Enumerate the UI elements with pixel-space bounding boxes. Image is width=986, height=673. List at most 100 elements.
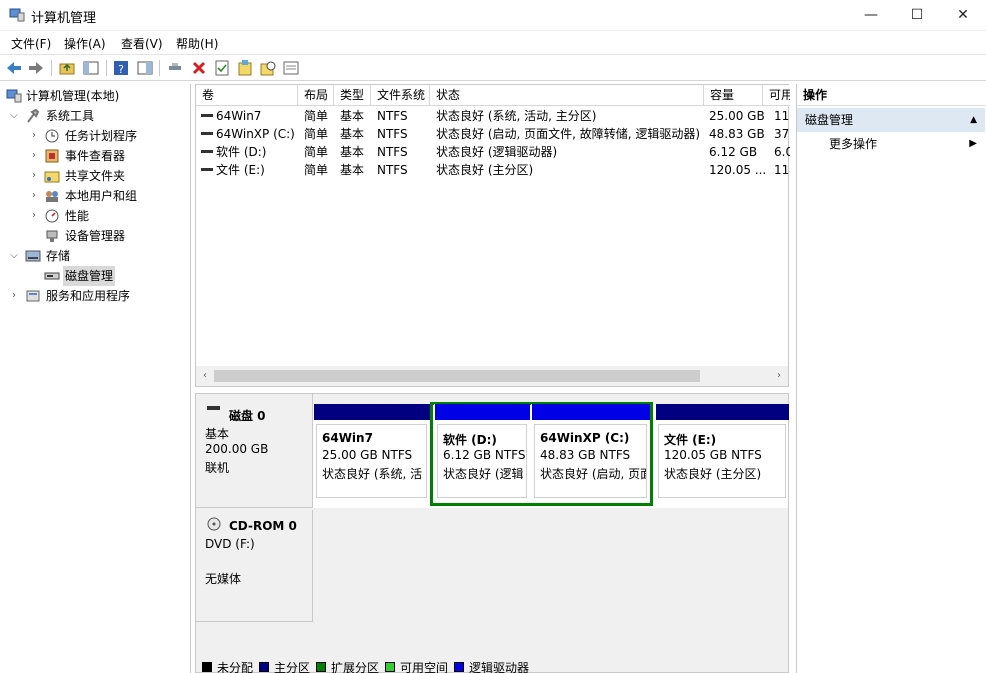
partition-d[interactable]: 软件 (D:) 6.12 GB NTFS 状态良好 (逻辑 — [434, 404, 530, 500]
cell-layout: 简单 — [304, 163, 329, 177]
partition-size: 48.83 GB NTFS — [540, 448, 631, 462]
legend-swatch-free — [385, 662, 395, 672]
cell-capacity: 120.05 ... — [709, 163, 767, 177]
menu-file[interactable]: 文件(F) — [11, 35, 51, 52]
computer-management-icon — [9, 8, 25, 22]
maximize-button[interactable]: ☐ — [894, 0, 940, 31]
column-header-layout[interactable]: 布局 — [298, 85, 334, 106]
tree-item-computer-management[interactable]: 计算机管理(本地) — [0, 86, 190, 106]
minimize-button[interactable]: — — [848, 0, 894, 31]
volume-list-header: 卷 布局 类型 文件系统 状态 容量 可用 — [196, 85, 790, 106]
tree-label: 共享文件夹 — [65, 169, 126, 183]
clock-icon — [45, 129, 59, 143]
cell-type: 基本 — [340, 109, 365, 123]
cell-volume: 64Win7 — [216, 109, 262, 123]
tree-item-shared-folders[interactable]: › 共享文件夹 — [0, 166, 190, 186]
tree-item-event-viewer[interactable]: › 事件查看器 — [0, 146, 190, 166]
disk-0-label[interactable]: 磁盘 0 基本 200.00 GB 联机 — [196, 394, 313, 508]
disk-icon — [207, 406, 220, 410]
scroll-left-arrow-icon[interactable]: ‹ — [198, 368, 212, 384]
export-list-icon[interactable] — [282, 59, 300, 77]
connect-icon[interactable] — [166, 59, 184, 77]
cell-status: 状态良好 (启动, 页面文件, 故障转储, 逻辑驱动器) — [436, 127, 701, 141]
tree-item-device-manager[interactable]: 设备管理器 — [0, 226, 190, 246]
window-title: 计算机管理 — [31, 11, 97, 26]
table-row[interactable]: 软件 (D:) 简单 基本 NTFS 状态良好 (逻辑驱动器) 6.12 GB … — [196, 143, 790, 161]
cdrom-drive: DVD (F:) — [205, 537, 255, 551]
delete-x-icon[interactable] — [190, 59, 208, 77]
chevron-right-icon[interactable]: › — [29, 126, 39, 146]
properties-pane-icon[interactable] — [136, 59, 154, 77]
chevron-down-icon[interactable]: ⌵ — [9, 106, 19, 126]
column-header-status[interactable]: 状态 — [430, 85, 704, 106]
disk-0-partitions: 64Win7 25.00 GB NTFS 状态良好 (系统, 活 软件 (D:)… — [313, 402, 789, 508]
chevron-down-icon[interactable]: ⌵ — [9, 246, 19, 266]
horizontal-scrollbar[interactable]: ‹ › — [195, 366, 789, 386]
chevron-right-icon[interactable]: › — [29, 206, 39, 226]
chevron-right-icon[interactable]: › — [29, 186, 39, 206]
tree-item-services-apps[interactable]: › 服务和应用程序 — [0, 286, 190, 306]
chevron-right-icon[interactable]: › — [29, 146, 39, 166]
collapse-up-icon[interactable]: ▲ — [970, 108, 977, 132]
tree-item-performance[interactable]: › 性能 — [0, 206, 190, 226]
scrollbar-thumb[interactable] — [214, 370, 700, 382]
new-folder-icon[interactable] — [236, 59, 254, 77]
partition-64win7[interactable]: 64Win7 25.00 GB NTFS 状态良好 (系统, 活 — [313, 404, 430, 500]
column-header-free[interactable]: 可用 — [763, 85, 790, 106]
back-arrow-icon[interactable] — [5, 59, 23, 77]
cell-capacity: 48.83 GB — [709, 127, 765, 141]
chevron-right-icon[interactable]: › — [29, 166, 39, 186]
partition-status: 状态良好 (启动, 页面 — [540, 467, 647, 481]
table-row[interactable]: 64Win7 简单 基本 NTFS 状态良好 (系统, 活动, 主分区) 25.… — [196, 107, 790, 125]
help-icon[interactable]: ? — [112, 59, 130, 77]
tree-item-storage[interactable]: ⌵ 存储 — [0, 246, 190, 266]
cell-type: 基本 — [340, 127, 365, 141]
check-properties-icon[interactable] — [213, 59, 231, 77]
tree-label: 系统工具 — [46, 109, 95, 123]
table-row[interactable]: 64WinXP (C:) 简单 基本 NTFS 状态良好 (启动, 页面文件, … — [196, 125, 790, 143]
column-header-capacity[interactable]: 容量 — [704, 85, 763, 106]
up-folder-icon[interactable] — [58, 59, 76, 77]
services-icon — [26, 290, 40, 302]
tree-item-local-users[interactable]: › 本地用户和组 — [0, 186, 190, 206]
more-actions-label: 更多操作 — [829, 137, 878, 151]
search-folder-icon[interactable] — [259, 59, 277, 77]
storage-icon — [25, 250, 41, 262]
chevron-right-icon[interactable]: › — [9, 286, 19, 306]
partition-c[interactable]: 64WinXP (C:) 48.83 GB NTFS 状态良好 (启动, 页面 — [531, 404, 650, 500]
actions-section-disk-management[interactable]: 磁盘管理 ▲ — [797, 108, 985, 132]
column-header-type[interactable]: 类型 — [334, 85, 371, 106]
forward-arrow-icon[interactable] — [27, 59, 45, 77]
more-actions-item[interactable]: 更多操作 ▶ — [797, 134, 985, 156]
partition-e[interactable]: 文件 (E:) 120.05 GB NTFS 状态良好 (主分区) — [655, 404, 789, 500]
menu-view[interactable]: 查看(V) — [121, 35, 163, 52]
tree-item-system-tools[interactable]: ⌵ 系统工具 — [0, 106, 190, 126]
column-header-filesystem[interactable]: 文件系统 — [371, 85, 430, 106]
tree-label: 设备管理器 — [65, 229, 126, 243]
menu-help[interactable]: 帮助(H) — [176, 35, 218, 52]
cell-layout: 简单 — [304, 109, 329, 123]
partition-name: 64WinXP (C:) — [540, 431, 630, 445]
tree-label: 服务和应用程序 — [46, 289, 131, 303]
cell-volume: 文件 (E:) — [216, 163, 265, 177]
close-button[interactable]: ✕ — [940, 0, 986, 31]
cell-layout: 简单 — [304, 127, 329, 141]
menu-action[interactable]: 操作(A) — [64, 35, 106, 52]
svg-text:?: ? — [118, 63, 124, 76]
legend-label: 主分区 — [274, 661, 311, 673]
scroll-right-arrow-icon[interactable]: › — [772, 368, 786, 384]
tree-label: 性能 — [65, 209, 90, 223]
performance-icon — [45, 209, 59, 223]
cell-status: 状态良好 (逻辑驱动器) — [436, 145, 558, 159]
cdrom-0-label[interactable]: CD-ROM 0 DVD (F:) 无媒体 — [196, 510, 313, 622]
column-header-volume[interactable]: 卷 — [196, 85, 298, 106]
table-row[interactable]: 文件 (E:) 简单 基本 NTFS 状态良好 (主分区) 120.05 ...… — [196, 161, 790, 179]
toolbar-separator — [106, 60, 107, 76]
tree-label: 磁盘管理 — [63, 266, 116, 286]
show-hide-console-tree-icon[interactable] — [82, 59, 100, 77]
cell-filesystem: NTFS — [377, 109, 408, 123]
tree-item-task-scheduler[interactable]: › 任务计划程序 — [0, 126, 190, 146]
actions-pane: 操作 磁盘管理 ▲ 更多操作 ▶ — [796, 84, 986, 673]
computer-management-icon — [6, 89, 22, 103]
tree-item-disk-management[interactable]: 磁盘管理 — [0, 266, 190, 286]
